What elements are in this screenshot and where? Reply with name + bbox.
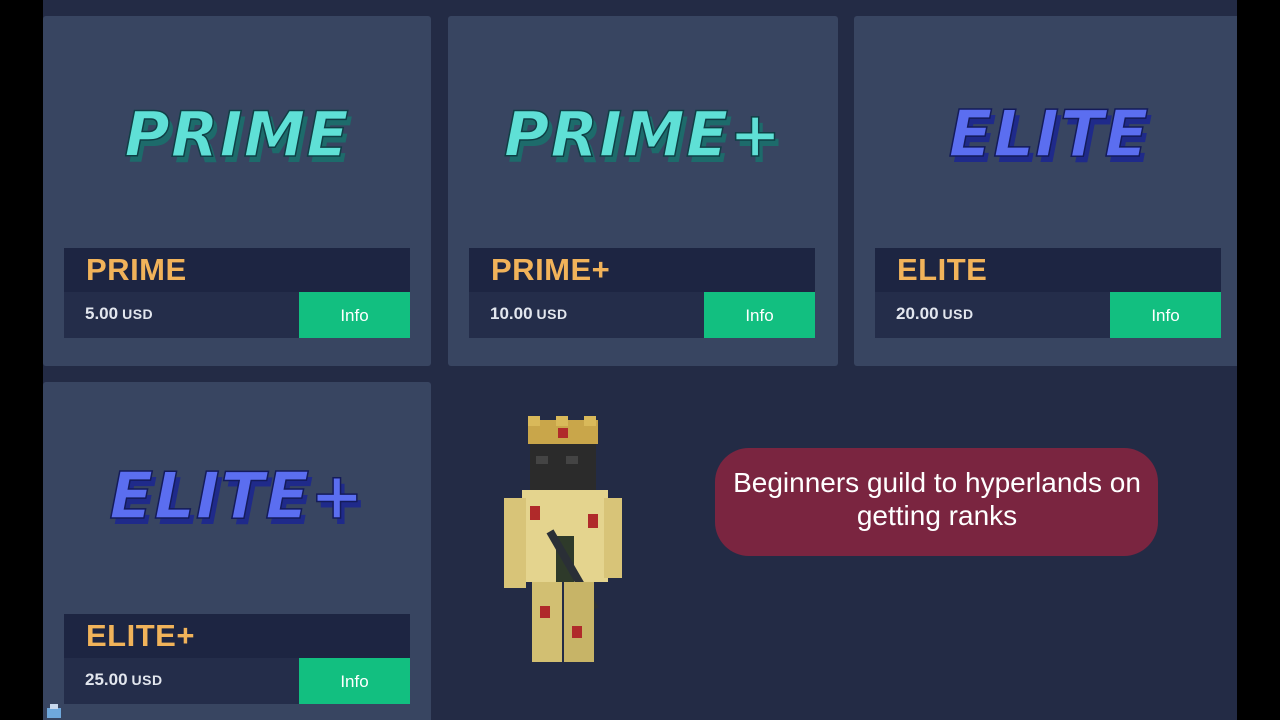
rank-name: ELITE [875,248,1221,292]
rank-panel: PRIME+ 10.00 USD Info [469,248,815,338]
rank-card-prime-plus: PRIME+ PRIME+ PRIME+ 10.00 USD Info [448,16,838,366]
svg-text:PRIME: PRIME [124,98,349,171]
rank-logo-prime-plus: PRIME+ PRIME+ [448,86,838,196]
rank-card-elite: ELITE ELITE ELITE 20.00 USD Info [854,16,1237,366]
svg-text:ELITE: ELITE [949,98,1150,172]
info-button-prime-plus[interactable]: Info [704,292,815,338]
rank-panel: ELITE 20.00 USD Info [875,248,1221,338]
info-button-prime[interactable]: Info [299,292,410,338]
info-button-elite[interactable]: Info [1110,292,1221,338]
svg-text:PRIME+: PRIME+ [504,98,782,171]
rank-name: ELITE+ [64,614,410,658]
rank-card-prime: PRIME PRIME PRIME 5.00 USD Info [43,16,431,366]
svg-text:ELITE+: ELITE+ [109,460,364,534]
info-button-elite-plus[interactable]: Info [299,658,410,704]
store-page: PRIME PRIME PRIME 5.00 USD Info PRIME+ PR… [43,0,1237,720]
rank-logo-elite-plus: ELITE+ ELITE+ [43,452,431,562]
rank-logo-prime: PRIME PRIME [43,86,431,196]
rank-panel: ELITE+ 25.00 USD Info [64,614,410,704]
rank-name: PRIME+ [469,248,815,292]
rank-name: PRIME [64,248,410,292]
rank-logo-elite: ELITE ELITE [854,86,1237,196]
rank-panel: PRIME 5.00 USD Info [64,248,410,338]
caption-text: Beginners guild to hyperlands on getting… [733,467,1141,531]
app-icon [47,704,61,718]
character-skin-image [504,416,622,662]
rank-card-elite-plus: ELITE+ ELITE+ ELITE+ 25.00 USD Info [43,382,431,720]
